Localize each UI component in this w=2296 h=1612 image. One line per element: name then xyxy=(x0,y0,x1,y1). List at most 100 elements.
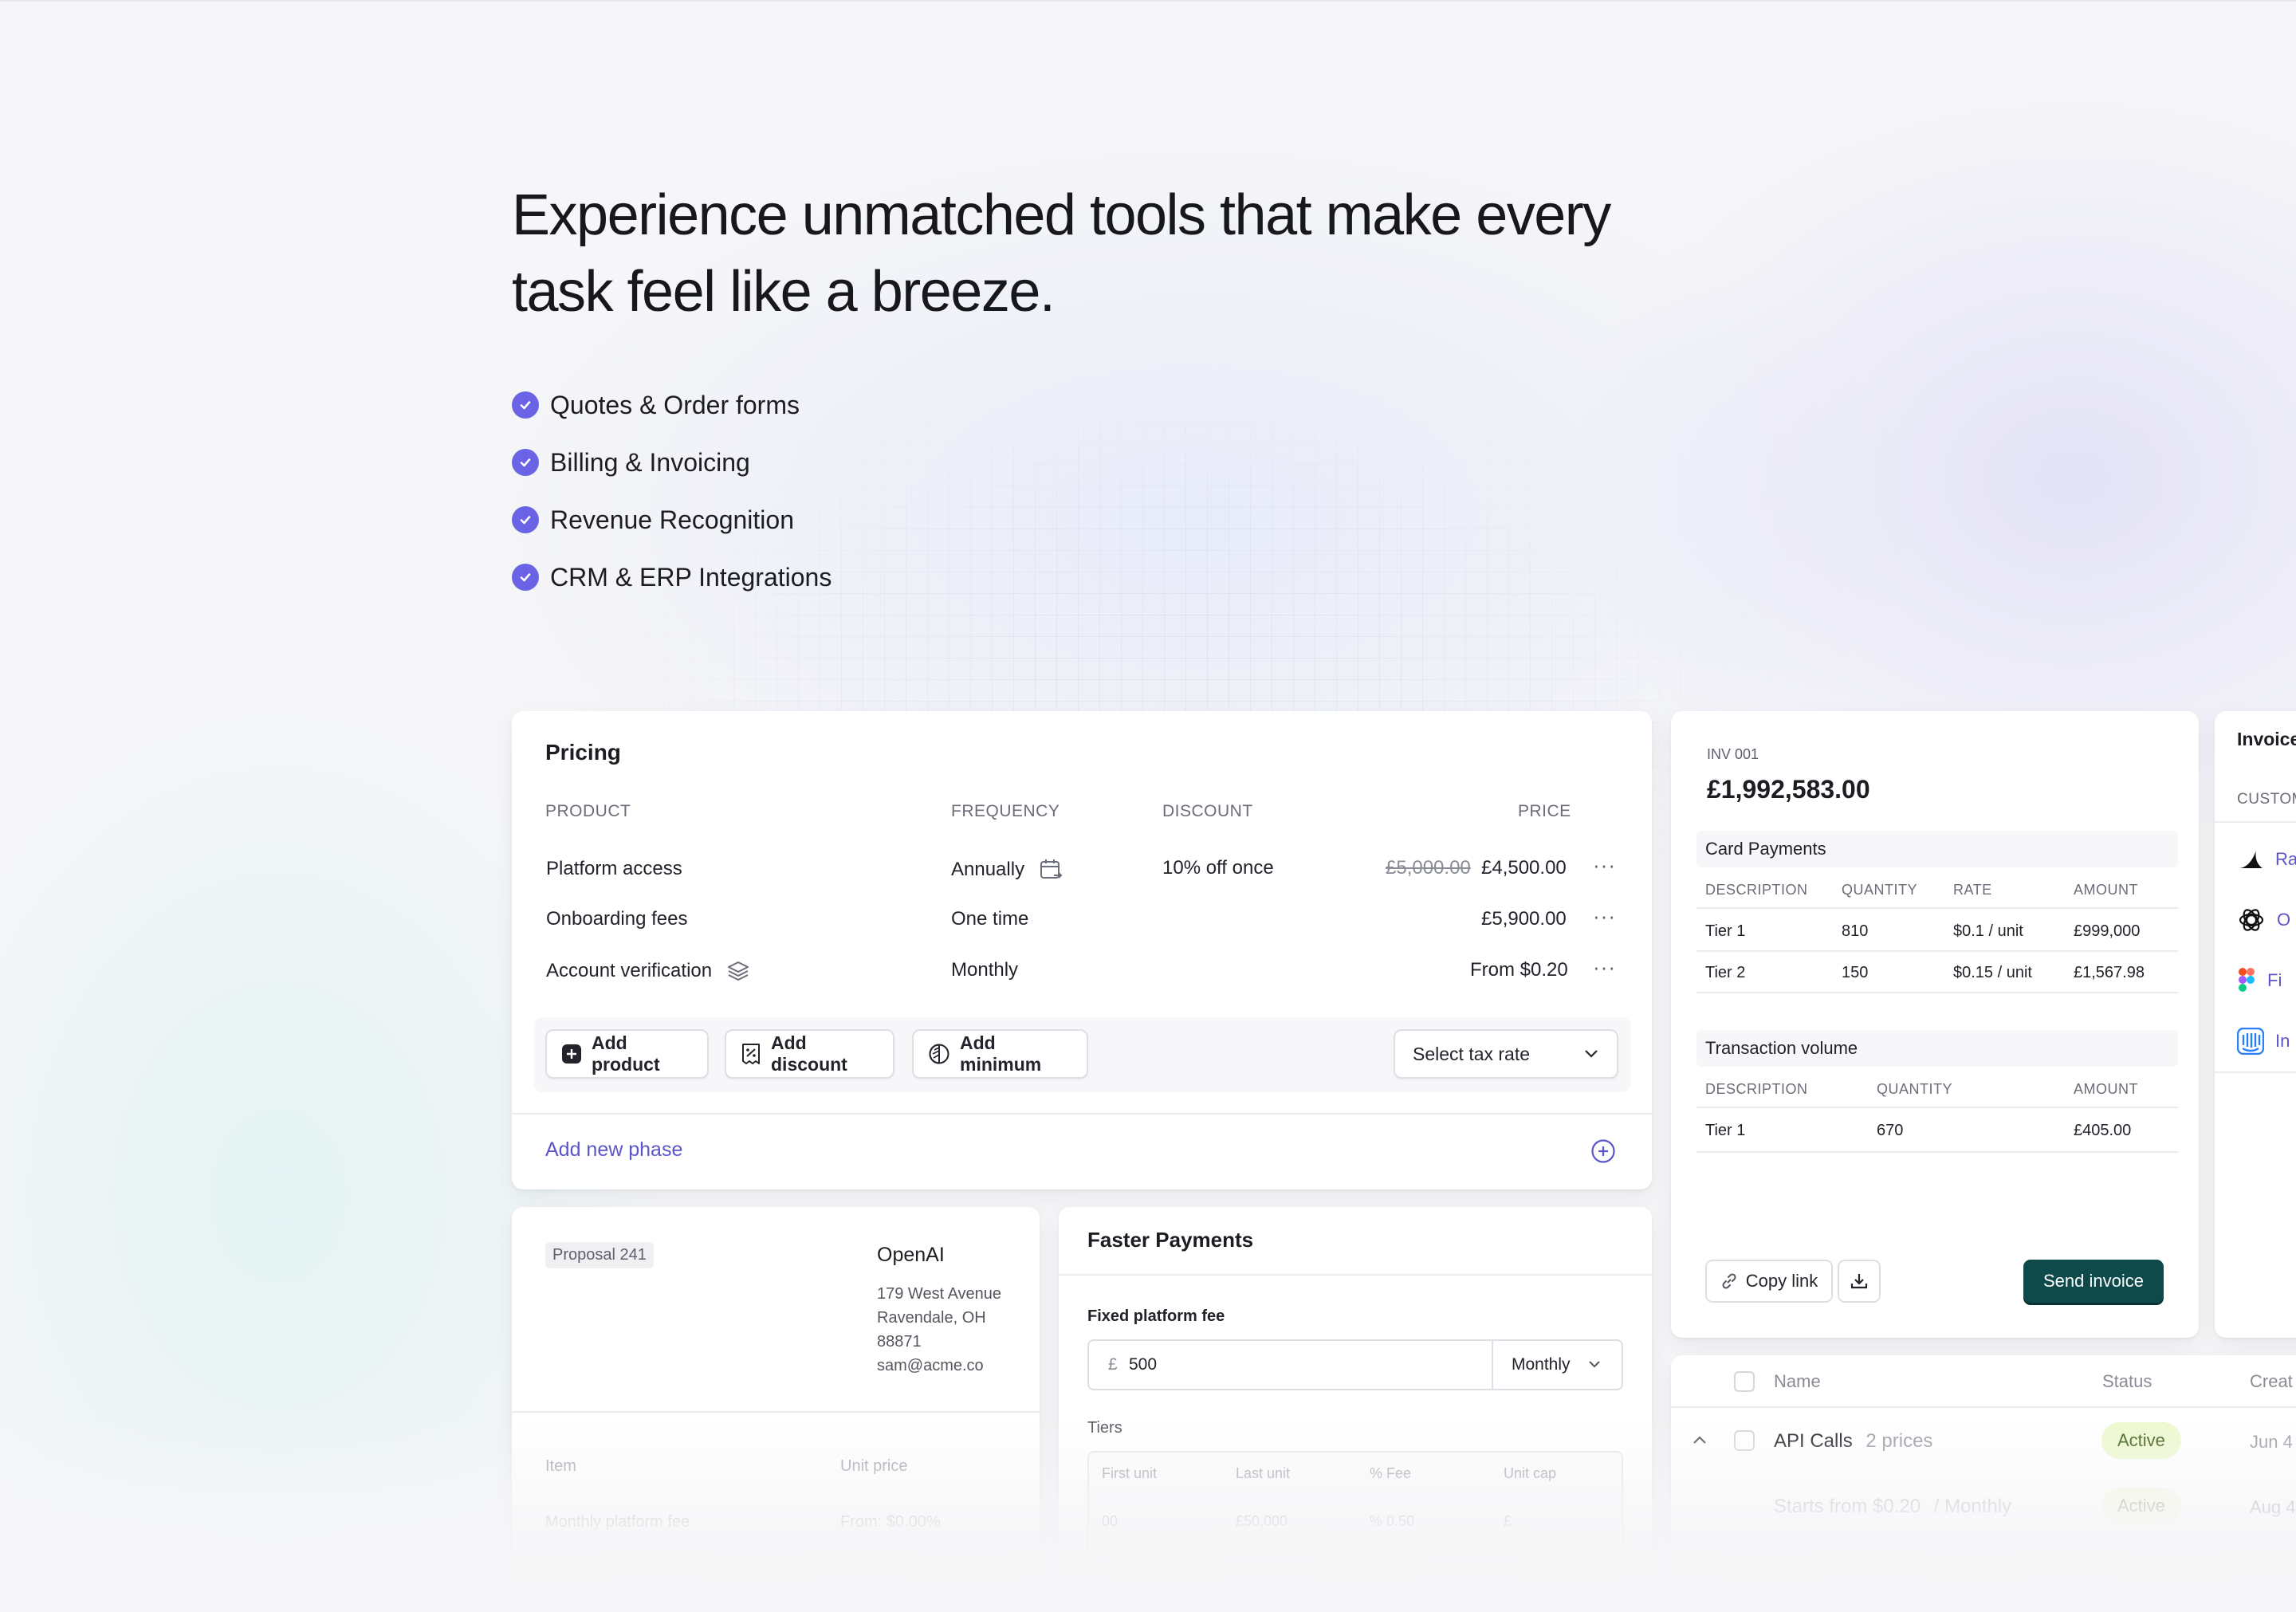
row-discount: 10% off once xyxy=(1162,857,1274,879)
address-line: 88871 xyxy=(877,1333,922,1351)
product-row-name[interactable]: API Calls 2 prices xyxy=(1774,1430,1932,1453)
col-frequency-header: FREQUENCY xyxy=(951,802,1060,820)
more-options-icon[interactable]: ··· xyxy=(1593,955,1616,980)
price-created: Aug 4 xyxy=(2250,1497,2296,1517)
customer-header: CUSTOMER xyxy=(2237,791,2296,808)
invoice-card xyxy=(1671,711,2199,1338)
tier-header: Last unit xyxy=(1236,1465,1291,1481)
check-circle-icon xyxy=(512,564,539,591)
link-icon xyxy=(1720,1272,1738,1290)
row-frequency: Monthly xyxy=(951,959,1019,981)
select-all-checkbox[interactable] xyxy=(1734,1371,1755,1392)
row-frequency: One time xyxy=(951,908,1029,930)
customer-row[interactable]: Ra xyxy=(2237,843,2296,875)
th-description: DESCRIPTION xyxy=(1705,1081,1808,1097)
col-price-header: PRICE xyxy=(1518,802,1571,820)
more-options-icon[interactable]: ··· xyxy=(1593,904,1616,929)
row-product: Onboarding fees xyxy=(546,908,688,930)
tv-amount: £405.00 xyxy=(2074,1122,2132,1139)
feature-item: CRM & ERP Integrations xyxy=(512,548,832,606)
customer-name: In xyxy=(2275,1031,2290,1051)
add-product-button[interactable]: Add product xyxy=(545,1029,709,1079)
row-price: £5,900.00 xyxy=(1481,908,1567,930)
customer-name: O xyxy=(2277,910,2291,930)
col-product-header: PRODUCT xyxy=(545,802,631,820)
fixed-fee-field[interactable]: £ 500 Monthly xyxy=(1087,1339,1623,1390)
row-divider xyxy=(1696,1107,2178,1108)
th-amount: AMOUNT xyxy=(2074,1081,2138,1097)
copy-link-button[interactable]: Copy link xyxy=(1705,1260,1833,1303)
half-circle-icon xyxy=(928,1043,950,1065)
plus-circle-icon[interactable] xyxy=(1590,1138,1616,1164)
address-line: 179 West Avenue xyxy=(877,1285,1002,1303)
tax-rate-select[interactable]: Select tax rate xyxy=(1394,1029,1618,1079)
field-separator xyxy=(1492,1341,1493,1389)
address-line: Ravendale, OH xyxy=(877,1309,986,1327)
send-invoice-button[interactable]: Send invoice xyxy=(2023,1260,2164,1303)
chevron-up-icon[interactable] xyxy=(1692,1435,1708,1445)
hero-title: Experience unmatched tools that make eve… xyxy=(512,177,1708,330)
tv-quantity: 670 xyxy=(1877,1122,1904,1139)
customer-row[interactable]: Fi xyxy=(2237,965,2282,997)
proposal-col-unit-price: Unit price xyxy=(840,1457,908,1475)
col-name-header: Name xyxy=(1774,1371,1821,1391)
status-badge: Active xyxy=(2101,1488,2181,1524)
figma-logo-icon xyxy=(2237,967,2256,994)
product-created: Jun 4 xyxy=(2250,1432,2293,1452)
hero-title-line2: task feel like a breeze. xyxy=(512,260,1056,324)
currency-symbol: £ xyxy=(1108,1355,1118,1374)
feature-item: Revenue Recognition xyxy=(512,491,832,548)
more-options-icon[interactable]: ··· xyxy=(1593,853,1616,878)
cp-description: Tier 2 xyxy=(1705,964,1746,981)
invoice-number: INV 001 xyxy=(1707,746,1759,762)
row-price: £4,500.00 xyxy=(1481,857,1567,879)
row-divider xyxy=(1671,1406,2296,1408)
customer-row[interactable]: In xyxy=(2237,1025,2290,1057)
fixed-fee-label: Fixed platform fee xyxy=(1087,1307,1225,1325)
price-row: Starts from $0.20 / Monthly xyxy=(1774,1496,2011,1518)
row-divider xyxy=(1696,1151,2178,1153)
cp-amount: £999,000 xyxy=(2074,922,2141,940)
tier-header: First unit xyxy=(1102,1465,1158,1481)
proposal-col-item: Item xyxy=(545,1457,576,1475)
tier-cell: £ xyxy=(1504,1513,1512,1529)
proposal-row-price: From: $0.00% xyxy=(840,1513,941,1531)
col-discount-header: DISCOUNT xyxy=(1162,802,1253,820)
add-new-phase-link[interactable]: Add new phase xyxy=(545,1138,682,1162)
row-checkbox[interactable] xyxy=(1734,1430,1755,1451)
address-email: sam@acme.co xyxy=(877,1357,984,1374)
add-product-label: Add product xyxy=(592,1032,660,1075)
cp-rate: $0.1 / unit xyxy=(1953,922,2023,940)
check-circle-icon xyxy=(512,391,539,419)
pricing-divider xyxy=(512,1113,1652,1115)
row-product: Account verification xyxy=(546,960,713,981)
cp-quantity: 810 xyxy=(1842,922,1869,940)
product-meta: 2 prices xyxy=(1866,1430,1933,1452)
check-circle-icon xyxy=(512,449,539,476)
add-discount-button[interactable]: Add discount xyxy=(725,1029,894,1079)
product-name: API Calls xyxy=(1774,1430,1853,1452)
faster-divider xyxy=(1059,1274,1652,1276)
customer-name: Ra xyxy=(2275,849,2296,869)
receipt-percent-icon xyxy=(741,1043,761,1065)
copy-link-label: Copy link xyxy=(1745,1271,1818,1291)
row-old-price: £5,000.00 xyxy=(1386,857,1471,879)
products-table-card xyxy=(1671,1355,2296,1612)
period-select[interactable]: Monthly xyxy=(1512,1355,1571,1374)
row-divider xyxy=(1696,992,2178,993)
download-button[interactable] xyxy=(1838,1260,1881,1303)
tax-rate-label: Select tax rate xyxy=(1413,1043,1531,1064)
feature-label: Quotes & Order forms xyxy=(550,390,800,419)
customer-row[interactable]: O xyxy=(2237,904,2290,936)
th-rate: RATE xyxy=(1953,882,1992,898)
frequency-label: Annually xyxy=(951,859,1025,880)
customer-name: Fi xyxy=(2267,970,2282,990)
row-frequency[interactable]: Annually xyxy=(951,858,1063,882)
feature-label: Revenue Recognition xyxy=(550,505,794,534)
th-quantity: QUANTITY xyxy=(1877,1081,1953,1097)
proposal-tag: Proposal 241 xyxy=(545,1242,654,1268)
feature-label: Billing & Invoicing xyxy=(550,447,750,477)
intercom-logo-icon xyxy=(2237,1028,2264,1055)
add-minimum-button[interactable]: Add minimum xyxy=(912,1029,1088,1079)
tier-cell: 00 xyxy=(1102,1513,1119,1529)
